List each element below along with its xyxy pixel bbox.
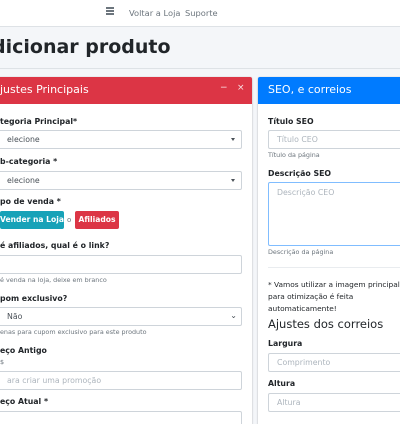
seo-title-help: Título da página: [268, 151, 320, 159]
height-label: Altura: [268, 379, 296, 388]
seo-description-help: Descrição da página: [268, 248, 334, 256]
image-note: * Vamos utilizar a imagem principal para…: [268, 280, 400, 313]
height-placeholder: Altura: [277, 398, 301, 407]
chevron-down-icon: ⌄: [230, 311, 237, 320]
seo-shipping-card: SEO, e correios Título SEO Título CEO Tí…: [258, 77, 400, 424]
seo-title-placeholder: Título CEO: [277, 135, 318, 144]
seo-shipping-title: SEO, e correios: [268, 83, 352, 96]
affiliate-link-input[interactable]: [0, 255, 242, 274]
minimize-icon[interactable]: −: [220, 83, 228, 93]
category-select-value: elecione: [7, 135, 40, 144]
coupon-select-value: Não: [7, 312, 23, 321]
old-price-placeholder: ara criar uma promoção: [7, 376, 102, 385]
affiliate-link-help: é venda na loja, deixe em branco: [0, 276, 107, 284]
seo-shipping-header: SEO, e correios: [258, 77, 400, 104]
height-input[interactable]: Altura: [268, 393, 400, 412]
current-price-input[interactable]: [0, 411, 242, 424]
width-input[interactable]: Comprimento: [268, 353, 400, 372]
sale-type-separator: o: [67, 216, 72, 224]
sale-type-label: po de venda *: [0, 197, 61, 206]
page-title: dicionar produto: [0, 36, 171, 58]
seo-description-placeholder: Descrição CEO: [277, 188, 335, 197]
divider: [0, 68, 400, 69]
category-select[interactable]: elecione: [0, 130, 242, 149]
seo-description-textarea[interactable]: Descrição CEO: [268, 182, 400, 246]
main-settings-title: justes Principais: [0, 83, 89, 96]
caret-down-icon: [231, 179, 235, 182]
current-price-label: eço Atual *: [0, 397, 49, 406]
main-settings-card: justes Principais − × tegoria Principal*…: [0, 77, 252, 424]
nav-link-suporte[interactable]: Suporte: [185, 8, 218, 18]
sell-in-store-button[interactable]: Vender na Loja: [0, 211, 64, 229]
affiliate-link-label: é afiliados, qual é o link?: [0, 241, 110, 250]
divider: [268, 267, 400, 268]
width-label: Largura: [268, 339, 303, 348]
top-navbar: Voltar a Loja Suporte: [0, 0, 400, 27]
old-price-prefix: $: [0, 358, 5, 366]
category-label: tegoria Principal*: [0, 117, 78, 126]
seo-description-label: Descrição SEO: [268, 169, 332, 178]
subcategory-select[interactable]: elecione: [0, 171, 242, 190]
seo-title-input[interactable]: Título CEO: [268, 130, 400, 149]
main-settings-header: justes Principais − ×: [0, 77, 252, 104]
shipping-section-title: Ajustes dos correios: [268, 317, 384, 331]
coupon-label: pom exclusivo?: [0, 294, 68, 303]
caret-down-icon: [231, 138, 235, 141]
old-price-input[interactable]: ara criar uma promoção: [0, 371, 242, 390]
hamburger-icon[interactable]: [106, 7, 114, 15]
coupon-select[interactable]: Não ⌄: [0, 307, 242, 326]
coupon-help: enas para cupom exclusivo para este prod…: [0, 328, 147, 336]
nav-link-voltar-loja[interactable]: Voltar a Loja: [129, 8, 180, 18]
subcategory-select-value: elecione: [7, 176, 40, 185]
close-icon[interactable]: ×: [237, 83, 245, 93]
width-placeholder: Comprimento: [277, 358, 331, 367]
seo-title-label: Título SEO: [268, 117, 314, 126]
subcategory-label: b-categoria *: [0, 157, 58, 166]
affiliates-button[interactable]: Afiliados: [75, 211, 119, 229]
old-price-label: eço Antigo: [0, 346, 47, 355]
